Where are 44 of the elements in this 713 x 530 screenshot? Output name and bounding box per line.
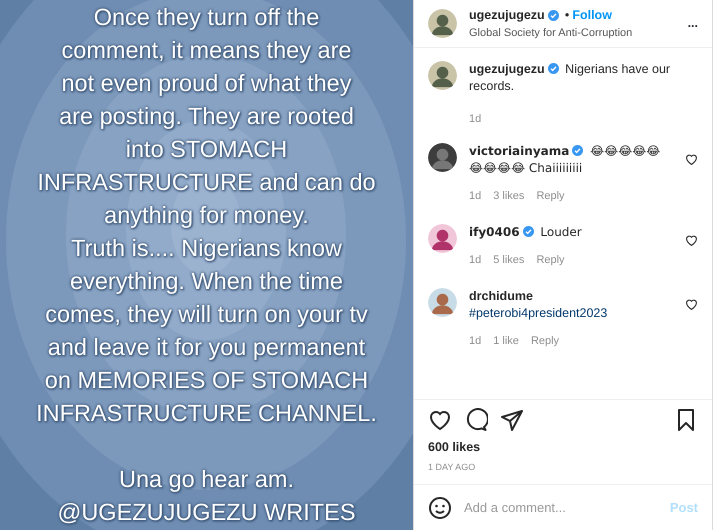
post-text-line: INFRASTRUCTURE and can do: [37, 168, 376, 197]
username[interactable]: ugezujugezu: [469, 6, 545, 25]
timestamp: 1d: [469, 188, 482, 204]
heart-icon[interactable]: [685, 152, 698, 166]
comment-icon[interactable]: [464, 408, 488, 432]
post-date: 1 DAY AGO: [427, 460, 476, 474]
post-text-line: anything for money.: [104, 201, 309, 230]
post-text-line: Once they turn off the: [94, 3, 320, 32]
username[interactable]: ugezujugezu: [469, 62, 545, 76]
post-text-line: into STOMACH: [126, 135, 288, 164]
separator-dot: •: [564, 6, 570, 24]
avatar: [428, 288, 457, 316]
post-text-line: Una go hear am.: [118, 465, 294, 494]
timestamp: 1d: [469, 252, 482, 268]
post-text-line: @UGEZUJUGEZU WRITES: [57, 498, 356, 527]
post-text-line: not even proud of what they: [61, 69, 352, 98]
heart-icon[interactable]: [685, 298, 698, 310]
avatar: [428, 142, 457, 172]
avatar: [428, 9, 457, 38]
post-text-line: comes, they will turn on your tv: [45, 300, 368, 329]
location-text: Global Society for Anti-Corruption: [469, 26, 634, 41]
caption-text: ugezujugezu Nigerians have our records.: [469, 60, 672, 94]
post-text-line: are posting. They are rooted: [59, 102, 354, 131]
timestamp: 1d: [469, 334, 482, 348]
heart-icon[interactable]: [685, 234, 698, 246]
username[interactable]: victoriainyama: [469, 144, 570, 158]
username[interactable]: drchidume: [469, 288, 533, 302]
post-text-line: and leave it for you permanent: [48, 333, 366, 362]
hashtag-link[interactable]: #peterobi4president2023: [469, 306, 608, 320]
post-text-line: INFRASTRUCTURE CHANNEL.: [36, 399, 377, 428]
share-icon[interactable]: [500, 408, 524, 432]
post-text-line: comment, it means they are: [62, 36, 352, 65]
avatar: [428, 60, 457, 90]
comment-text: victoriainyama 😂😂😂😂😂😂😂😂😂 Chaiiiiiiiii: [469, 142, 662, 176]
avatar: [428, 224, 457, 252]
emoji-icon[interactable]: [428, 496, 452, 520]
post-text-line: everything. When the time: [70, 267, 343, 296]
comment-text: ify0406 Louder: [469, 224, 583, 240]
like-count[interactable]: 600 likes: [414, 432, 712, 456]
post-text-line: on MEMORIES OF STOMACH: [44, 366, 368, 395]
username[interactable]: ify0406: [469, 224, 520, 238]
timestamp: 1d: [469, 112, 482, 126]
more-options-button[interactable]: ...: [688, 14, 698, 33]
post-text-line: Truth is.... Nigerians know: [71, 234, 342, 263]
